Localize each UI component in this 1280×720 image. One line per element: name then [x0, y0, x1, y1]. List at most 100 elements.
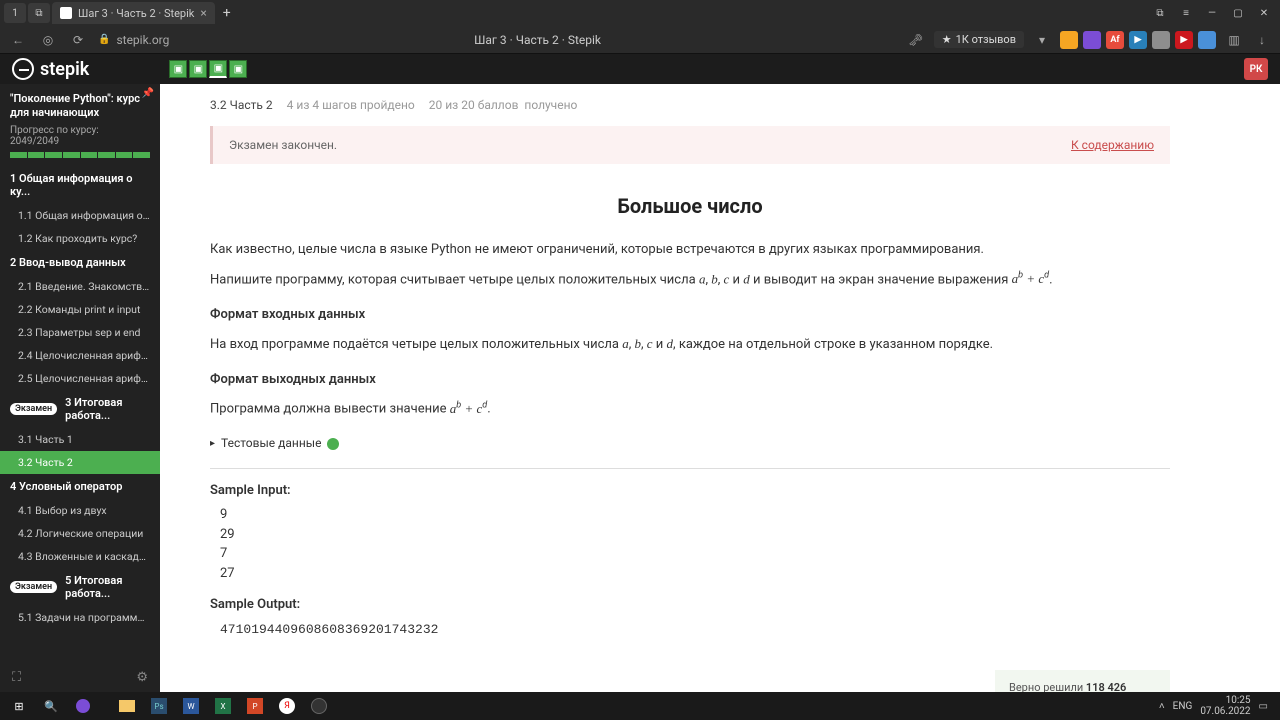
tray-notifications-icon[interactable]: ▭ [1259, 701, 1268, 712]
app-obs[interactable] [304, 694, 334, 718]
sample-output: Sample Output: 4710194409608608369201743… [210, 595, 1170, 639]
start-button[interactable]: ⊞ [4, 694, 34, 718]
new-tab-button[interactable]: + [217, 3, 237, 23]
tab-title: Шаг 3 · Часть 2 · Stepik [78, 7, 194, 20]
reviews-badge[interactable]: ★ 1К отзывов [934, 31, 1024, 48]
extension-icon-0[interactable] [1060, 31, 1078, 49]
fullscreen-icon[interactable]: ⛶ [12, 670, 21, 685]
user-avatar[interactable]: РК [1244, 58, 1268, 80]
maximize-button[interactable]: ▢ [1226, 3, 1250, 23]
app-yandex[interactable]: Я [272, 694, 302, 718]
lesson-5.1[interactable]: 5.1 Задачи на программир... [0, 606, 160, 629]
extension-icon-2[interactable]: Af [1106, 31, 1124, 49]
tray-chevron-icon[interactable]: ˄ [1159, 701, 1165, 712]
extension-icon-3[interactable]: ▶ [1129, 31, 1147, 49]
sidebar: 📌 "Поколение Python": курс для начинающи… [0, 84, 160, 692]
breadcrumb: 3.2 Часть 2 [210, 98, 273, 112]
browser-tab[interactable]: Шаг 3 · Часть 2 · Stepik × [52, 2, 215, 24]
tab-counter[interactable]: 1 [4, 3, 26, 23]
app-excel[interactable]: X [208, 694, 238, 718]
extension-icon-1[interactable] [1083, 31, 1101, 49]
course-progress: Прогресс по курсу: 2049/2049 [10, 125, 150, 147]
section-header-1[interactable]: 1 Общая информация о ку... [0, 166, 160, 204]
sample-input-line: 29 [220, 525, 1170, 545]
tray-lang[interactable]: ENG [1173, 701, 1193, 712]
exam-badge: Экзамен [10, 403, 57, 415]
pin-icon[interactable]: 📌 [142, 88, 154, 99]
app-powerpoint[interactable]: P [240, 694, 270, 718]
settings-icon[interactable]: ⚙ [136, 670, 148, 685]
lesson-1.1[interactable]: 1.1 Общая информация о ... [0, 204, 160, 227]
page-title-center: Шаг 3 · Часть 2 · Stepik [179, 33, 895, 47]
stepik-logo[interactable]: stepik [12, 58, 89, 80]
lesson-4.3[interactable]: 4.3 Вложенные и каскадн... [0, 545, 160, 568]
test-data-toggle[interactable]: Тестовые данные [210, 434, 1170, 453]
sample-input: Sample Input: 929727 [210, 481, 1170, 584]
bookmark-icon[interactable]: ▾ [1032, 30, 1052, 50]
course-info: "Поколение Python": курс для начинающих … [0, 84, 160, 166]
sidebar-icon[interactable]: ▥ [1224, 30, 1244, 50]
address-bar: ← ◎ ⟳ 🔒 stepik.org Шаг 3 · Часть 2 · Ste… [0, 26, 1280, 54]
tab-list-icon[interactable]: ⧉ [28, 3, 50, 23]
windows-taskbar: ⊞ 🔍 Ps W X P Я ˄ ENG 10:25 07.06.2022 ▭ [0, 692, 1280, 720]
close-window-button[interactable]: ✕ [1252, 3, 1276, 23]
favicon [60, 7, 72, 19]
app-cortana[interactable] [68, 694, 98, 718]
stats-box: Верно решили 118 426 учащихся Из всех по… [995, 670, 1170, 692]
back-button[interactable]: ← [8, 30, 28, 50]
lesson-2.3[interactable]: 2.3 Параметры sep и end [0, 321, 160, 344]
key-icon[interactable]: 🗝 [906, 30, 926, 50]
lesson-2.2[interactable]: 2.2 Команды print и input [0, 298, 160, 321]
extension-icon-5[interactable]: ▶ [1175, 31, 1193, 49]
close-tab-icon[interactable]: × [200, 6, 206, 20]
pip-icon[interactable]: ⧉ [1148, 3, 1172, 23]
downloads-icon[interactable]: ↓ [1252, 30, 1272, 50]
progress-header: 3.2 Часть 2 4 из 4 шагов пройдено 20 из … [210, 84, 1230, 126]
extension-icon-6[interactable] [1198, 31, 1216, 49]
sample-input-line: 27 [220, 564, 1170, 584]
lesson-4.2[interactable]: 4.2 Логические операции [0, 522, 160, 545]
step-nav-1[interactable]: ▣ [169, 60, 187, 78]
step-nav-2[interactable]: ▣ [189, 60, 207, 78]
reload-button[interactable]: ⟳ [68, 30, 88, 50]
task-title: Большое число [210, 194, 1170, 218]
lesson-2.5[interactable]: 2.5 Целочисленная арифм... [0, 367, 160, 390]
course-title: "Поколение Python": курс для начинающих [10, 92, 150, 121]
notice-link[interactable]: К содержанию [1071, 138, 1154, 152]
steps-done: 4 из 4 шагов пройдено [287, 98, 415, 112]
shield-icon[interactable]: ◎ [38, 30, 58, 50]
logo-icon [12, 58, 34, 80]
status-dot-icon [327, 438, 339, 450]
section-header-4[interactable]: 4 Условный оператор [0, 474, 160, 499]
url-box[interactable]: 🔒 stepik.org [98, 33, 169, 47]
app-word[interactable]: W [176, 694, 206, 718]
task-body: Как известно, целые числа в языке Python… [210, 240, 1170, 692]
menu-icon[interactable]: ≡ [1174, 3, 1198, 23]
star-icon: ★ [942, 33, 952, 46]
lesson-2.4[interactable]: 2.4 Целочисленная арифм... [0, 344, 160, 367]
exam-badge: Экзамен [10, 581, 57, 593]
section-header-3[interactable]: Экзамен3 Итоговая работа... [0, 390, 160, 428]
url-text: stepik.org [116, 33, 169, 47]
section-header-5[interactable]: Экзамен5 Итоговая работа... [0, 568, 160, 606]
step-nav-4[interactable]: ▣ [229, 60, 247, 78]
lesson-4.1[interactable]: 4.1 Выбор из двух [0, 499, 160, 522]
tray-datetime[interactable]: 10:25 07.06.2022 [1200, 695, 1250, 717]
extension-icon-4[interactable] [1152, 31, 1170, 49]
app-photoshop[interactable]: Ps [144, 694, 174, 718]
lesson-3.2[interactable]: 3.2 Часть 2 [0, 451, 160, 474]
content-area: 3.2 Часть 2 4 из 4 шагов пройдено 20 из … [160, 84, 1280, 692]
section-header-2[interactable]: 2 Ввод-вывод данных [0, 250, 160, 275]
notice-box: Экзамен закончен. К содержанию [210, 126, 1170, 164]
minimize-button[interactable]: — [1200, 3, 1224, 23]
lesson-3.1[interactable]: 3.1 Часть 1 [0, 428, 160, 451]
lesson-2.1[interactable]: 2.1 Введение. Знакомство ... [0, 275, 160, 298]
sample-input-line: 9 [220, 505, 1170, 525]
search-icon[interactable]: 🔍 [36, 694, 66, 718]
stepik-header: stepik ▣ ▣ ▣ ▣ РК [0, 54, 1280, 84]
step-nav-3[interactable]: ▣ [209, 60, 227, 78]
progress-bar [10, 152, 150, 158]
sample-input-line: 7 [220, 544, 1170, 564]
lesson-1.2[interactable]: 1.2 Как проходить курс? [0, 227, 160, 250]
app-explorer[interactable] [112, 694, 142, 718]
